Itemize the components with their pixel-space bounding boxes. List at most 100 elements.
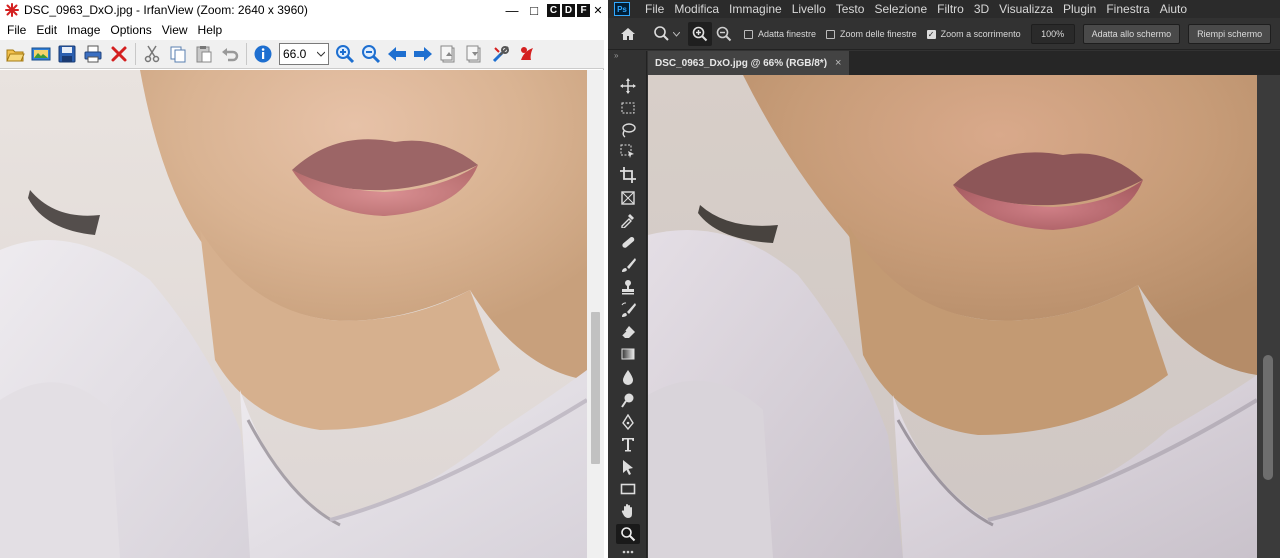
photoshop-window: Ps File Modifica Immagine Livello Testo … xyxy=(608,0,1280,558)
last-page-button[interactable] xyxy=(462,41,488,67)
photoshop-document-tabs: DSC_0963_DxO.jpg @ 66% (RGB/8*) × xyxy=(648,51,1280,75)
delete-button[interactable] xyxy=(106,41,132,67)
close-icon[interactable]: × xyxy=(835,57,841,69)
zoom-percent-field[interactable]: 100% xyxy=(1030,24,1075,44)
ps-menu-3d[interactable]: 3D xyxy=(969,2,994,16)
history-brush-icon xyxy=(621,302,636,317)
ps-menu-aiuto[interactable]: Aiuto xyxy=(1155,2,1192,16)
history-brush-button[interactable] xyxy=(616,300,640,320)
adatta-finestre-checkbox[interactable]: Adatta finestre xyxy=(744,29,816,39)
photoshop-canvas[interactable] xyxy=(648,75,1257,558)
close-button[interactable]: ✕ xyxy=(592,0,604,20)
zoom-finestre-checkbox[interactable]: Zoom delle finestre xyxy=(826,29,917,39)
previous-button[interactable] xyxy=(384,41,410,67)
gradient-tool-button[interactable] xyxy=(616,344,640,364)
more-tools-button[interactable] xyxy=(616,547,640,557)
riempi-schermo-button[interactable]: Riempi schermo xyxy=(1188,24,1272,44)
chevron-down-icon xyxy=(317,51,325,57)
ps-menu-selezione[interactable]: Selezione xyxy=(869,2,932,16)
copy-button[interactable] xyxy=(165,41,191,67)
object-select-tool-button[interactable] xyxy=(616,142,640,162)
zoom-tool-button[interactable] xyxy=(616,524,640,544)
irfanview-title-bar[interactable]: DSC_0963_DxO.jpg - IrfanView (Zoom: 2640… xyxy=(0,0,604,20)
slideshow-icon xyxy=(31,47,51,61)
checkbox-box xyxy=(744,29,753,39)
frame-tool-button[interactable] xyxy=(616,188,640,208)
ps-menu-immagine[interactable]: Immagine xyxy=(724,2,787,16)
irfanview-scroll-thumb[interactable] xyxy=(591,312,600,464)
eraser-tool-button[interactable] xyxy=(616,322,640,342)
menu-options[interactable]: Options xyxy=(105,23,156,37)
ps-menu-visualizza[interactable]: Visualizza xyxy=(994,2,1058,16)
ps-menu-finestra[interactable]: Finestra xyxy=(1101,2,1154,16)
move-tool-button[interactable] xyxy=(616,76,640,96)
crop-tool-button[interactable] xyxy=(616,165,640,185)
dodge-tool-button[interactable] xyxy=(616,390,640,410)
cut-button[interactable] xyxy=(139,41,165,67)
paste-button[interactable] xyxy=(191,41,217,67)
irfanview-window: DSC_0963_DxO.jpg - IrfanView (Zoom: 2640… xyxy=(0,0,604,558)
brush-tool-button[interactable] xyxy=(616,255,640,275)
next-button[interactable] xyxy=(410,41,436,67)
hand-tool-button[interactable] xyxy=(616,501,640,521)
ps-menu-livello[interactable]: Livello xyxy=(787,2,831,16)
first-page-button[interactable] xyxy=(436,41,462,67)
eyedropper-tool-button[interactable] xyxy=(616,210,640,230)
zoom-out-mode-button[interactable] xyxy=(712,22,736,46)
undo-button[interactable] xyxy=(217,41,243,67)
adatta-finestre-label: Adatta finestre xyxy=(758,29,817,39)
irfanview-logo-icon xyxy=(5,3,19,17)
print-button[interactable] xyxy=(80,41,106,67)
open-button[interactable] xyxy=(2,41,28,67)
toolbar-separator xyxy=(135,43,136,65)
info-button[interactable] xyxy=(250,41,276,67)
photoshop-options-bar: Adatta finestre Zoom delle finestre ✓ Zo… xyxy=(608,19,1280,50)
save-button[interactable] xyxy=(54,41,80,67)
marquee-tool-button[interactable] xyxy=(616,98,640,118)
maximize-button[interactable]: □ xyxy=(523,0,545,20)
clone-stamp-button[interactable] xyxy=(616,277,640,297)
tool-preset-picker[interactable] xyxy=(648,22,684,46)
irfanview-image-view[interactable] xyxy=(0,70,587,558)
ps-menu-filtro[interactable]: Filtro xyxy=(932,2,969,16)
adatta-allo-schermo-button[interactable]: Adatta allo schermo xyxy=(1082,24,1181,44)
path-select-button[interactable] xyxy=(616,457,640,477)
print-icon xyxy=(84,45,102,63)
irfanview-menu-bar: File Edit Image Options View Help xyxy=(0,20,604,40)
zoom-finestre-label: Zoom delle finestre xyxy=(840,29,917,39)
rectangle-tool-button[interactable] xyxy=(616,479,640,499)
healing-brush-button[interactable] xyxy=(616,232,640,252)
zoom-value-combo[interactable]: 66.0 xyxy=(279,43,329,65)
settings-button[interactable] xyxy=(488,41,514,67)
home-icon xyxy=(621,28,635,40)
type-tool-icon xyxy=(622,438,634,452)
eraser-tool-icon xyxy=(621,326,635,338)
slideshow-button[interactable] xyxy=(28,41,54,67)
lasso-tool-button[interactable] xyxy=(616,120,640,140)
menu-help[interactable]: Help xyxy=(193,23,228,37)
menu-file[interactable]: File xyxy=(2,23,31,37)
photoshop-scroll-thumb[interactable] xyxy=(1263,355,1273,480)
pen-tool-button[interactable] xyxy=(616,412,640,432)
menu-image[interactable]: Image xyxy=(62,23,105,37)
ps-menu-plugin[interactable]: Plugin xyxy=(1058,2,1101,16)
photoshop-vertical-scrollbar[interactable] xyxy=(1257,75,1280,558)
zoom-in-mode-button[interactable] xyxy=(688,22,712,46)
blur-tool-button[interactable] xyxy=(616,367,640,387)
menu-edit[interactable]: Edit xyxy=(31,23,62,37)
photo-canvas xyxy=(0,70,587,558)
ps-menu-file[interactable]: File xyxy=(640,2,669,16)
minimize-button[interactable]: — xyxy=(501,0,523,20)
type-tool-button[interactable] xyxy=(616,434,640,454)
menu-view[interactable]: View xyxy=(157,23,193,37)
chevron-down-icon xyxy=(672,31,680,37)
ps-menu-testo[interactable]: Testo xyxy=(831,2,870,16)
panel-collapse-icon[interactable]: » xyxy=(614,51,642,60)
ps-menu-modifica[interactable]: Modifica xyxy=(669,2,724,16)
about-button[interactable] xyxy=(514,41,540,67)
zoom-out-button[interactable] xyxy=(358,41,384,67)
home-button[interactable] xyxy=(608,22,648,46)
zoom-scorrimento-checkbox[interactable]: ✓ Zoom a scorrimento xyxy=(926,29,1021,39)
document-tab[interactable]: DSC_0963_DxO.jpg @ 66% (RGB/8*) × xyxy=(648,51,850,75)
zoom-in-button[interactable] xyxy=(332,41,358,67)
